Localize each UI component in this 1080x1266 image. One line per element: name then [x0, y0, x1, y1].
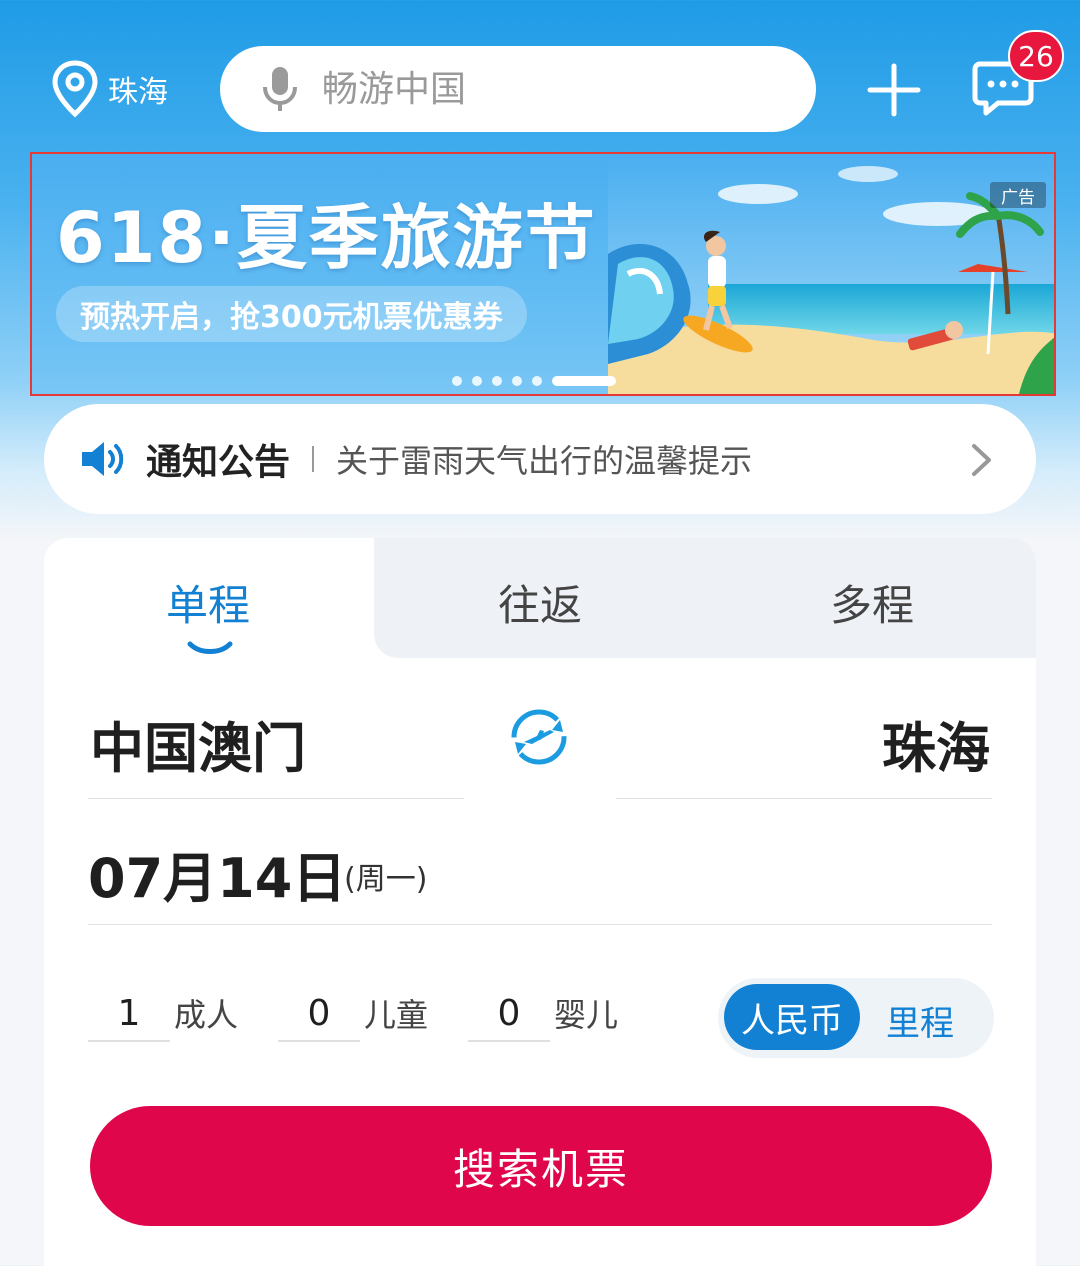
departure-date[interactable]: 07月14日: [88, 834, 346, 913]
microphone-icon[interactable]: [260, 65, 300, 113]
location-label: 珠海: [108, 75, 168, 110]
divider: [88, 798, 464, 799]
carousel-dot[interactable]: [492, 376, 502, 386]
top-bar: 珠海 26: [0, 0, 1080, 150]
divider: [616, 798, 992, 799]
message-count-badge: 26: [1008, 30, 1064, 82]
carousel-dot-active[interactable]: [552, 376, 616, 386]
add-icon[interactable]: [866, 62, 922, 118]
ad-tag: 广告: [990, 182, 1046, 208]
child-count[interactable]: 0: [278, 993, 360, 1042]
departure-weekday: (周一): [344, 862, 428, 897]
search-input[interactable]: [322, 68, 782, 110]
tab-multi-city[interactable]: 多程: [830, 572, 914, 633]
promo-banner[interactable]: 618·夏季旅游节 预热开启，抢300元机票优惠券 广告: [30, 152, 1056, 396]
adult-label: 成人: [174, 996, 239, 1034]
carousel-dot[interactable]: [472, 376, 482, 386]
arrival-city[interactable]: 珠海: [882, 704, 990, 783]
chevron-right-icon: [972, 444, 991, 476]
carousel-indicator: [452, 376, 616, 386]
currency-miles-option[interactable]: 里程: [886, 996, 954, 1045]
infant-label: 婴儿: [554, 996, 619, 1034]
notice-bar[interactable]: 通知公告 关于雷雨天气出行的温馨提示: [44, 404, 1036, 514]
tab-one-way[interactable]: 单程: [166, 572, 250, 633]
location-pin-icon: [52, 60, 98, 118]
speaker-icon: [82, 442, 124, 476]
child-label: 儿童: [364, 996, 429, 1034]
adult-count[interactable]: 1: [88, 993, 170, 1042]
beach-illustration: [608, 154, 1054, 394]
notice-text: 关于雷雨天气出行的温馨提示: [336, 442, 753, 480]
tabs-background: [374, 538, 1036, 658]
flight-search-card: 单程 往返 多程 中国澳门 珠海 07月14日 (周一) 1 成人 0 儿童 0…: [44, 538, 1036, 1266]
carousel-dot[interactable]: [512, 376, 522, 386]
departure-city[interactable]: 中国澳门: [90, 704, 306, 783]
divider: [88, 924, 992, 925]
search-box[interactable]: [220, 46, 816, 132]
currency-toggle: 人民币 里程: [718, 978, 994, 1058]
swap-cities-icon[interactable]: [510, 708, 568, 766]
search-flights-button[interactable]: 搜索机票: [90, 1106, 992, 1226]
location-selector[interactable]: 珠海: [50, 60, 168, 118]
passenger-child[interactable]: 0 儿童: [278, 990, 428, 1042]
passenger-infant[interactable]: 0 婴儿: [468, 990, 618, 1042]
passenger-adult[interactable]: 1 成人: [88, 990, 238, 1042]
banner-subtitle: 预热开启，抢300元机票优惠券: [56, 286, 527, 342]
notice-title: 通知公告: [146, 442, 291, 483]
carousel-dot[interactable]: [452, 376, 462, 386]
infant-count[interactable]: 0: [468, 993, 550, 1042]
tab-round-trip[interactable]: 往返: [498, 572, 582, 633]
notice-divider: [312, 446, 315, 472]
carousel-dot[interactable]: [532, 376, 542, 386]
banner-title: 618·夏季旅游节: [56, 197, 597, 279]
tab-active-indicator: [187, 641, 233, 654]
currency-rmb-option[interactable]: 人民币: [724, 984, 860, 1050]
